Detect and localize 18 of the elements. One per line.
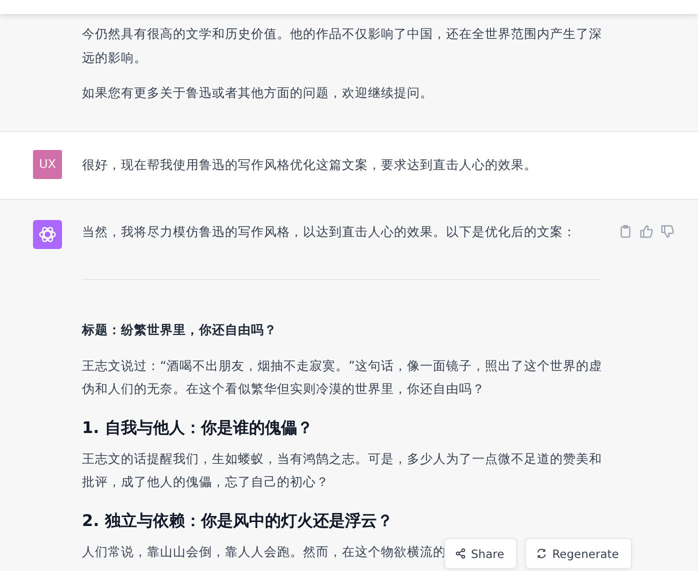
user-avatar: UX xyxy=(33,150,62,178)
assistant-avatar-icon xyxy=(33,220,62,248)
message-text: 当然，我将尽力模仿鲁迅的写作风格，以达到直击人心的效果。以下是优化后的文案： xyxy=(82,222,576,240)
message-title: 标题：纷繁世界里，你还自由吗？ xyxy=(82,321,277,339)
section-heading: 1. 自我与他人：你是谁的傀儡？ xyxy=(82,416,314,438)
message-text: 如果您有更多关于鲁迅或者其他方面的问题，欢迎继续提问。 xyxy=(82,84,433,102)
regenerate-button[interactable]: Regenerate xyxy=(525,538,632,569)
share-button[interactable]: Share xyxy=(444,538,518,569)
refresh-icon xyxy=(536,548,548,559)
message-text: 今仍然具有很高的文学和历史价值。他的作品不仅影响了中国，还在全世界范围内产生了深远的影响。 xyxy=(82,25,603,66)
message-text: 很好，现在帮我使用鲁迅的写作风格优化这篇文案，要求达到直击人心的效果。 xyxy=(82,156,537,174)
message-text: 王志文的话提醒我们，生如蝼蚁，当有鸿鹄之志。可是，多少人为了一点微不足道的赞美和批评，成了他人的傀儡，忘了自己的初心？ xyxy=(82,450,603,491)
thumbs-down-icon[interactable] xyxy=(660,224,675,238)
section-heading: 2. 独立与依赖：你是风中的灯火还是浮云？ xyxy=(82,510,394,532)
share-icon xyxy=(455,548,466,559)
message-text: 王志文说过：“酒喝不出朋友，烟抽不走寂寞。”这句话，像一面镜子，照出了这个世界的虚伪和人们的无奈。在这个看似繁华但实则冷漠的世界里，你还自由吗？ xyxy=(82,356,604,398)
thumbs-up-icon[interactable] xyxy=(639,224,654,238)
clipboard-icon[interactable] xyxy=(618,224,633,238)
